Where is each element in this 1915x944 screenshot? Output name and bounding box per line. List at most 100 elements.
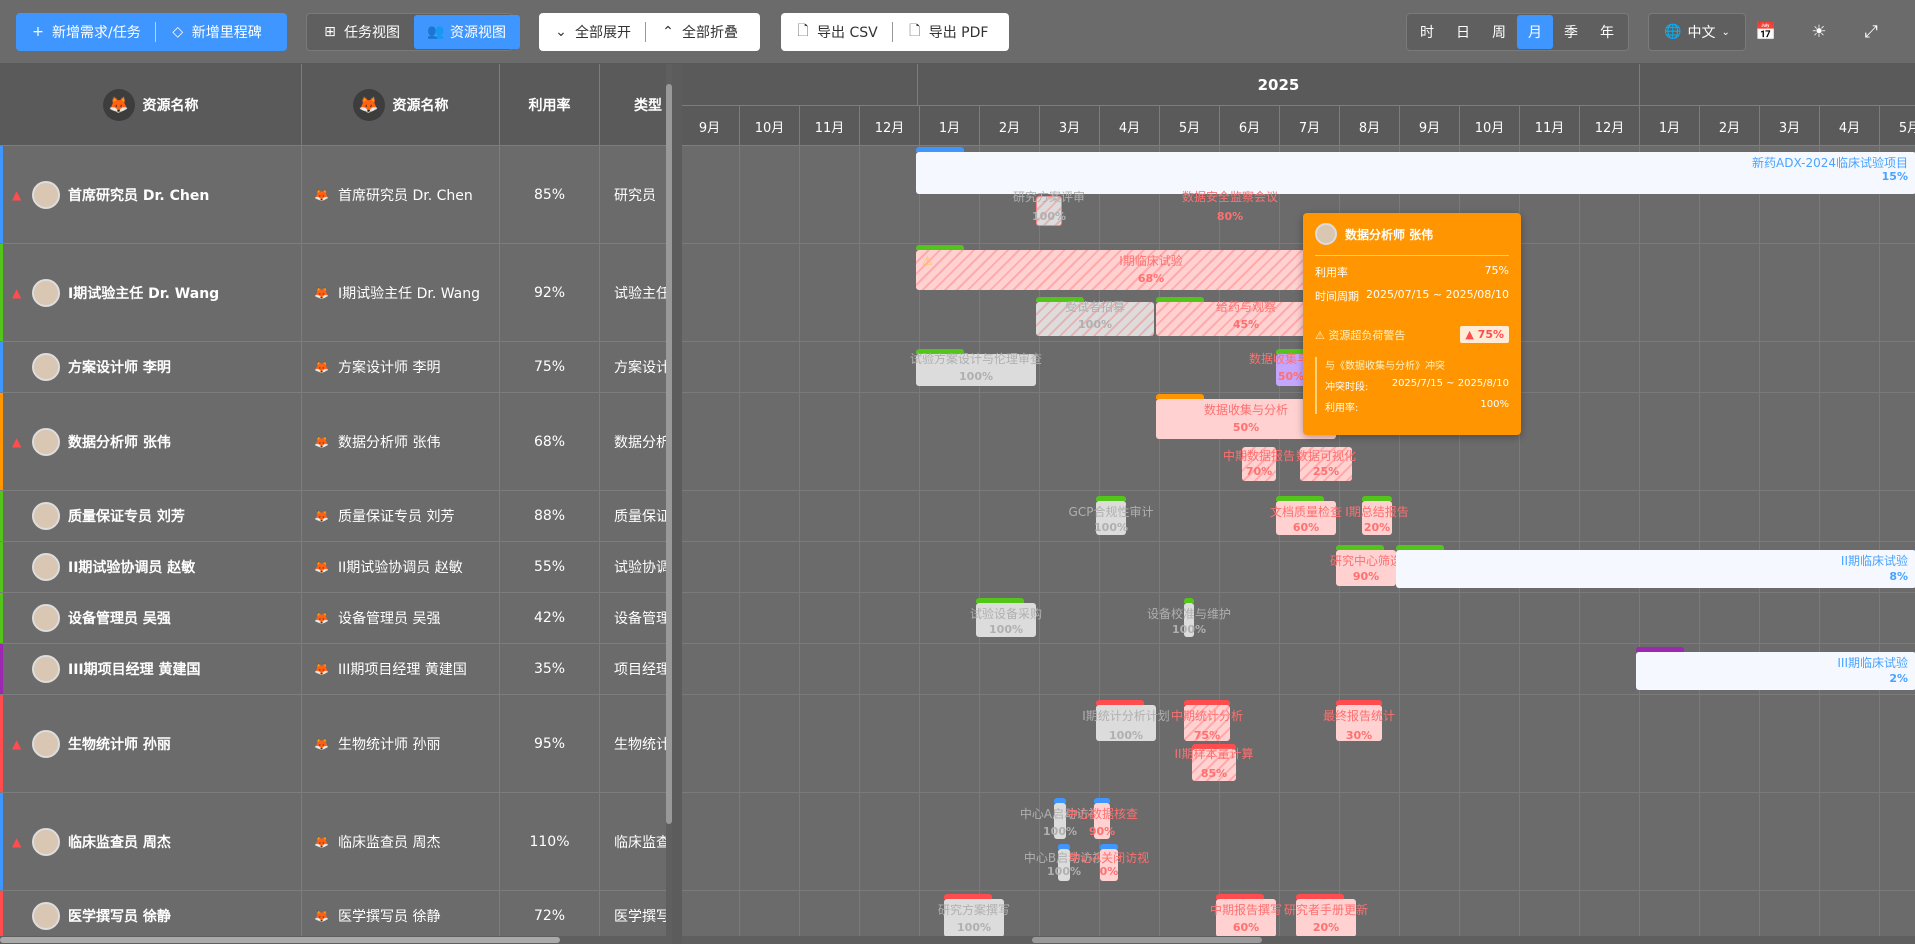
scroll-thumb[interactable] xyxy=(0,937,560,943)
task-percent: 100% xyxy=(1047,865,1081,878)
month-label: 2月 xyxy=(980,106,1040,146)
cell-name[interactable]: ▲ I期试验主任 Dr. Wang xyxy=(0,244,302,341)
cell-name-2[interactable]: 🦊 III期项目经理 黄建国 xyxy=(302,644,500,694)
cell-name-2[interactable]: 🦊 质量保证专员 刘芳 xyxy=(302,491,500,541)
scroll-thumb[interactable] xyxy=(1032,937,1262,943)
fullscreen-icon[interactable]: ⤢ xyxy=(1853,14,1889,50)
month-label: 12月 xyxy=(1580,106,1640,146)
cell-name-2[interactable]: 🦊 设备管理员 吴强 xyxy=(302,593,500,643)
warning-icon: ▲ xyxy=(12,736,22,751)
theme-toggle-icon[interactable]: ☀ xyxy=(1801,14,1837,50)
task-percent: 100% xyxy=(989,623,1023,636)
grid-line xyxy=(682,243,1915,244)
grid-line xyxy=(682,890,1915,891)
resource-tooltip: 数据分析师 张伟 利用率 75% 时间周期 2025/07/15 ~ 2025/08… xyxy=(1303,213,1521,435)
add-milestone-button[interactable]: ◇ 新增里程碑 xyxy=(156,14,276,50)
conflict-period: 冲突时段: 2025/7/15 ~ 2025/8/10 xyxy=(1325,378,1509,393)
cell-name-2[interactable]: 🦊 临床监查员 周杰 xyxy=(302,793,500,890)
scale-button-0[interactable]: 时 xyxy=(1409,15,1445,49)
fox-logo-icon: 🦊 xyxy=(314,736,329,751)
calendar-icon[interactable]: 📅 xyxy=(1748,14,1784,50)
cell-name[interactable]: III期项目经理 黄建国 xyxy=(0,644,302,694)
resource-row[interactable]: 医学撰写员 徐静 🦊 医学撰写员 徐静 72% 医学撰写 xyxy=(0,891,672,942)
resource-row[interactable]: 设备管理员 吴强 🦊 设备管理员 吴强 42% 设备管理 xyxy=(0,593,672,644)
resource-view-button[interactable]: 👥 资源视图 xyxy=(414,15,520,49)
cell-name-2[interactable]: 🦊 首席研究员 Dr. Chen xyxy=(302,146,500,243)
cell-name-2[interactable]: 🦊 I期试验主任 Dr. Wang xyxy=(302,244,500,341)
task-view-button[interactable]: ⊞ 任务视图 xyxy=(308,15,414,49)
cell-name[interactable]: 方案设计师 李明 xyxy=(0,342,302,392)
scale-button-5[interactable]: 年 xyxy=(1589,15,1625,49)
task-label: I期统计分析计划 xyxy=(1082,709,1170,723)
export-pdf-button[interactable]: 🗋 导出 PDF xyxy=(893,14,1003,50)
expand-all-button[interactable]: ⌄ 全部展开 xyxy=(539,14,645,50)
scale-button-4[interactable]: 季 xyxy=(1553,15,1589,49)
header-resource-name[interactable]: 🦊 资源名称 xyxy=(0,64,302,146)
left-horizontal-scrollbar[interactable] xyxy=(0,936,672,944)
month-label: 2月 xyxy=(1700,106,1760,146)
header-type[interactable]: 类型 xyxy=(600,64,672,146)
cell-name[interactable]: 设备管理员 吴强 xyxy=(0,593,302,643)
gantt-horizontal-scrollbar[interactable] xyxy=(682,936,1915,944)
add-task-button[interactable]: + 新增需求/任务 xyxy=(16,14,155,50)
language-select[interactable]: 🌐 中文 ⌄ xyxy=(1648,13,1746,51)
cell-type: 试验协调 xyxy=(600,542,672,592)
cell-name[interactable]: 质量保证专员 刘芳 xyxy=(0,491,302,541)
resource-row[interactable]: ▲ 首席研究员 Dr. Chen 🦊 首席研究员 Dr. Chen 85% 研究… xyxy=(0,146,672,244)
cell-name[interactable]: ▲ 首席研究员 Dr. Chen xyxy=(0,146,302,243)
month-label: 6月 xyxy=(1220,106,1280,146)
tooltip-header: 数据分析师 张伟 xyxy=(1315,223,1509,256)
task-label: 试验方案设计与伦理审查 xyxy=(909,352,1043,366)
task-status-tag xyxy=(944,894,992,899)
task-percent: 100% xyxy=(1078,318,1112,331)
cell-name-2[interactable]: 🦊 数据分析师 张伟 xyxy=(302,393,500,490)
file-icon: 🗋 xyxy=(909,23,921,39)
header-utilization[interactable]: 利用率 xyxy=(500,64,600,146)
resource-row[interactable]: ▲ 数据分析师 张伟 🦊 数据分析师 张伟 68% 数据分析 xyxy=(0,393,672,491)
cell-name[interactable]: II期试验协调员 赵敏 xyxy=(0,542,302,592)
task-label: 设备校准与维护 xyxy=(1146,607,1232,621)
resource-row[interactable]: 方案设计师 李明 🦊 方案设计师 李明 75% 方案设计 xyxy=(0,342,672,393)
cell-type: 质量保证 xyxy=(600,491,672,541)
resource-row[interactable]: III期项目经理 黄建国 🦊 III期项目经理 黄建国 35% 项目经理 xyxy=(0,644,672,695)
cell-type: 试验主任 xyxy=(600,244,672,341)
cell-name-2[interactable]: 🦊 II期试验协调员 赵敏 xyxy=(302,542,500,592)
scale-button-2[interactable]: 周 xyxy=(1481,15,1517,49)
task-bar[interactable] xyxy=(1396,550,1915,588)
resource-row[interactable]: II期试验协调员 赵敏 🦊 II期试验协调员 赵敏 55% 试验协调 xyxy=(0,542,672,593)
scale-button-1[interactable]: 日 xyxy=(1445,15,1481,49)
task-label: 数据安全监察会议 xyxy=(1181,190,1279,204)
task-percent: 8% xyxy=(1889,570,1908,583)
task-status-tag xyxy=(976,598,1024,603)
cell-name-2[interactable]: 🦊 医学撰写员 徐静 xyxy=(302,891,500,941)
collapse-all-button[interactable]: ⌃ 全部折叠 xyxy=(646,14,752,50)
cell-name[interactable]: ▲ 临床监查员 周杰 xyxy=(0,793,302,890)
header-resource-name-2[interactable]: 🦊 资源名称 xyxy=(302,64,500,146)
resource-row[interactable]: ▲ I期试验主任 Dr. Wang 🦊 I期试验主任 Dr. Wang 92% … xyxy=(0,244,672,342)
split-divider[interactable] xyxy=(672,64,682,944)
avatar xyxy=(32,902,60,930)
cell-name-2[interactable]: 🦊 方案设计师 李明 xyxy=(302,342,500,392)
cell-name[interactable]: 医学撰写员 徐静 xyxy=(0,891,302,941)
grid-line xyxy=(1579,146,1580,944)
task-percent: 60% xyxy=(1292,521,1320,534)
resource-row[interactable]: 质量保证专员 刘芳 🦊 质量保证专员 刘芳 88% 质量保证 xyxy=(0,491,672,542)
task-label: 给药与观察 xyxy=(1215,300,1277,314)
month-label: 4月 xyxy=(1820,106,1880,146)
month-label: 3月 xyxy=(1040,106,1100,146)
scale-switch: 时日周月季年 xyxy=(1406,13,1629,51)
scale-button-3[interactable]: 月 xyxy=(1517,15,1553,49)
conflict-utilization: 利用率: 100% xyxy=(1325,399,1509,414)
task-percent: 75% xyxy=(1193,729,1221,742)
resource-row[interactable]: ▲ 生物统计师 孙丽 🦊 生物统计师 孙丽 95% 生物统计 xyxy=(0,695,672,793)
cell-name[interactable]: ▲ 数据分析师 张伟 xyxy=(0,393,302,490)
export-csv-button[interactable]: 🗋 导出 CSV xyxy=(781,14,892,50)
task-percent: 50% xyxy=(1277,370,1305,383)
cell-name[interactable]: ▲ 生物统计师 孙丽 xyxy=(0,695,302,792)
resource-row[interactable]: ▲ 临床监查员 周杰 🦊 临床监查员 周杰 110% 临床监查 xyxy=(0,793,672,891)
task-percent: 50% xyxy=(1232,421,1260,434)
task-status-tag xyxy=(1184,700,1230,705)
cell-name-2[interactable]: 🦊 生物统计师 孙丽 xyxy=(302,695,500,792)
task-label: 试验设备采购 xyxy=(969,607,1043,621)
warning-icon: ▲ xyxy=(12,187,22,202)
